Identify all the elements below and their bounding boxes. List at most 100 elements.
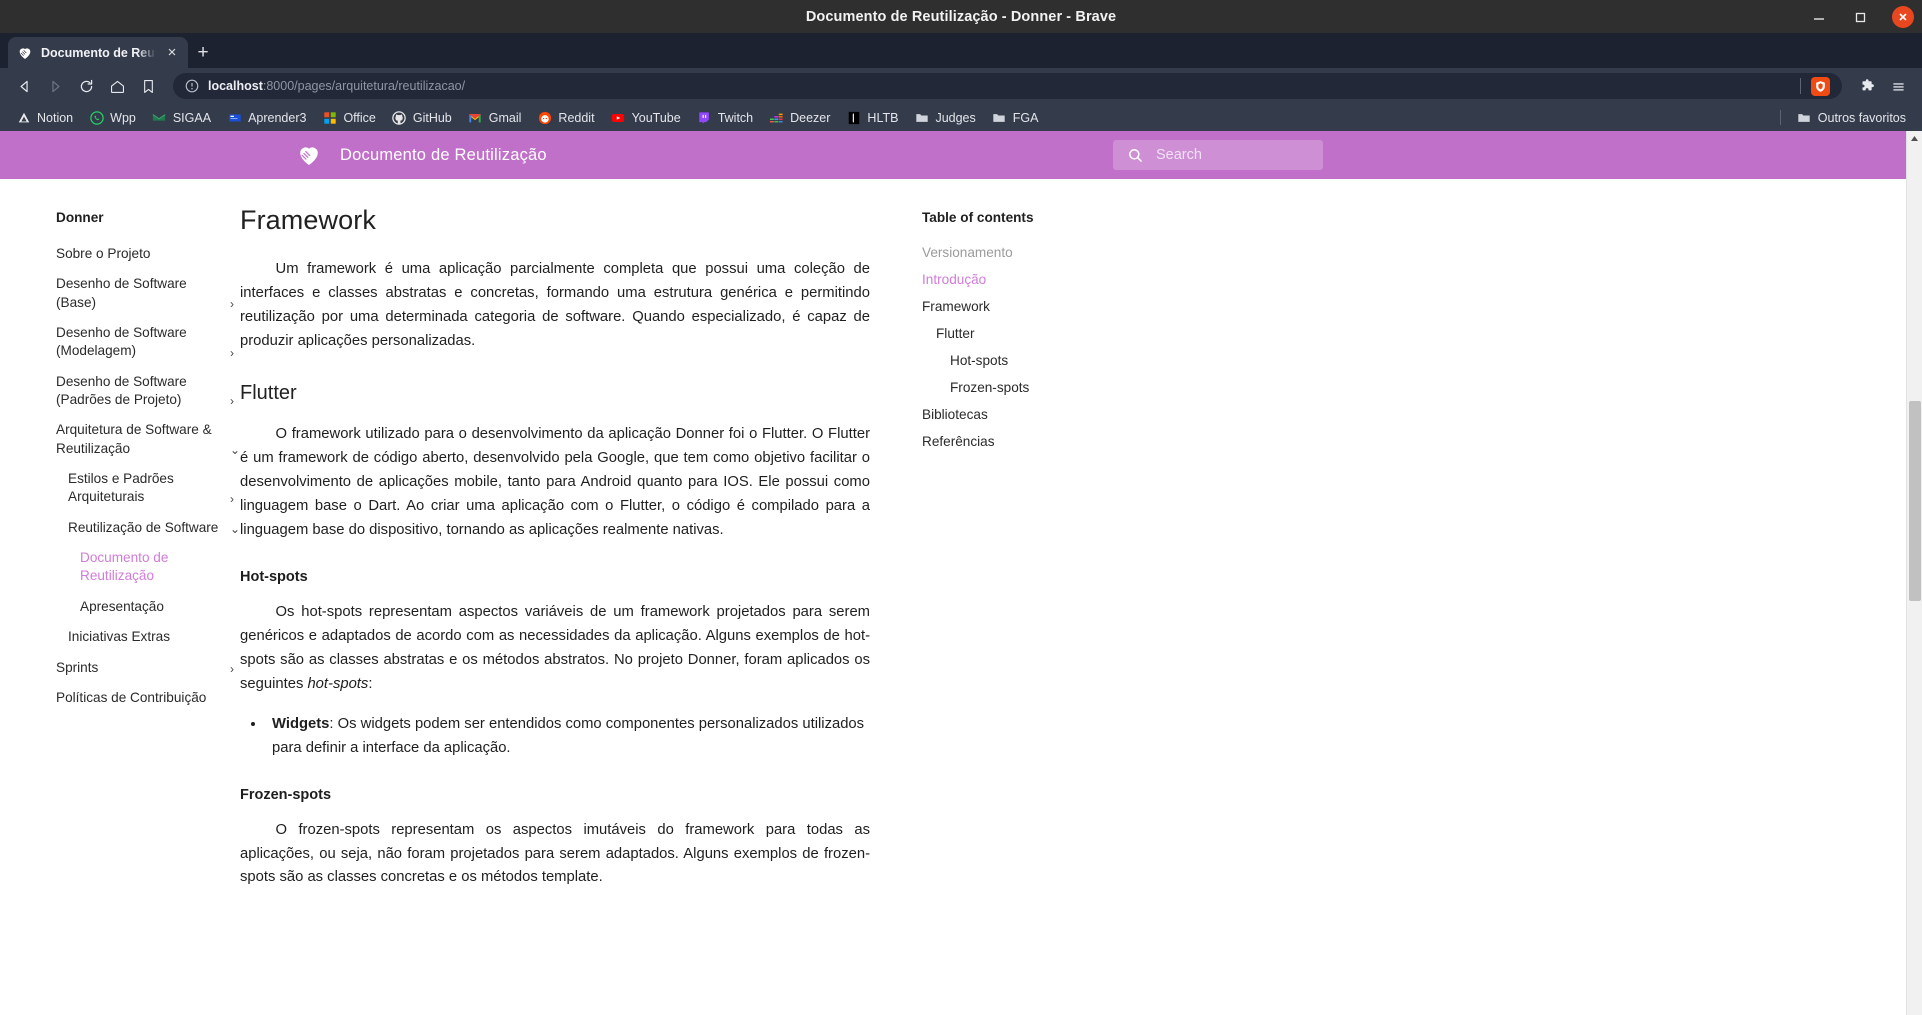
chevron-right-icon[interactable]: › <box>230 663 240 677</box>
bookmark-label: Reddit <box>558 110 595 125</box>
address-bar[interactable]: localhost:8000/pages/arquitetura/reutili… <box>173 73 1842 99</box>
sidebar-item-arquitetura-reutilizacao[interactable]: Arquitetura de Software & Reutilização ⌄ <box>56 415 240 464</box>
sidebar-item-label: Apresentação <box>80 598 164 614</box>
bookmark-gmail[interactable]: Gmail <box>460 107 530 129</box>
extensions-icon[interactable] <box>1853 72 1881 100</box>
chevron-down-icon[interactable]: ⌄ <box>230 523 240 537</box>
sidebar-item-label: Documento de Reutilização <box>80 550 169 584</box>
bookmark-aprender3[interactable]: Aprender3 <box>219 107 314 129</box>
bookmark-icon[interactable] <box>134 72 162 100</box>
search-icon <box>1127 147 1144 164</box>
deezer-icon <box>769 110 784 125</box>
bookmark-wpp[interactable]: Wpp <box>81 107 144 129</box>
chevron-right-icon[interactable]: › <box>230 347 240 361</box>
search-box[interactable]: Search <box>1113 140 1323 170</box>
chevron-right-icon[interactable]: › <box>230 395 240 409</box>
bookmark-label: HLTB <box>867 110 899 125</box>
page-body: Donner Sobre o Projeto Desenho de Softwa… <box>0 179 1906 896</box>
home-icon[interactable] <box>103 72 131 100</box>
bookmarks-bar: Notion Wpp SIGAA Aprender3 Office GitHub… <box>0 104 1922 131</box>
chevron-icon <box>230 705 240 707</box>
toc-item-bibliotecas[interactable]: Bibliotecas <box>922 401 1150 428</box>
bookmark-label: Notion <box>37 110 74 125</box>
forward-icon <box>41 72 69 100</box>
toc-item-frozen-spots[interactable]: Frozen-spots <box>922 374 1150 401</box>
sidebar-item-label: Iniciativas Extras <box>68 629 170 645</box>
toc-item-flutter[interactable]: Flutter <box>922 320 1150 347</box>
page-scrollbar[interactable] <box>1906 131 1922 1015</box>
sidebar-item-label: Políticas de Contribuição <box>56 689 207 705</box>
toc-item-referencias[interactable]: Referências <box>922 428 1150 455</box>
browser-menu-icon[interactable] <box>1884 72 1912 100</box>
tab-strip: Documento de Reutilizaçã × + <box>0 33 1922 68</box>
sidebar-root-label[interactable]: Donner <box>56 205 240 230</box>
sidebar-item-label: Sobre o Projeto <box>56 246 151 261</box>
site-logo-handshake-heart-icon[interactable] <box>296 142 322 168</box>
sidebar-item-sobre-o-projeto[interactable]: Sobre o Projeto <box>56 239 240 269</box>
bookmark-judges[interactable]: Judges <box>906 107 983 129</box>
chevron-down-icon[interactable]: ⌄ <box>230 444 240 458</box>
site-info-icon[interactable] <box>185 79 199 93</box>
paragraph-framework: Um framework é uma aplicação parcialment… <box>240 261 870 349</box>
bookmark-label: Deezer <box>790 110 831 125</box>
toc-item-hot-spots[interactable]: Hot-spots <box>922 347 1150 374</box>
list-item-term: Widgets <box>272 715 330 732</box>
page-title: Framework <box>240 205 376 235</box>
sidebar-item-desenho-base[interactable]: Desenho de Software (Base) › <box>56 269 240 318</box>
search-input[interactable]: Search <box>1156 147 1202 163</box>
sidebar-item-label: Desenho de Software (Base) <box>56 276 187 310</box>
bookmark-deezer[interactable]: Deezer <box>761 107 838 129</box>
omnibox-divider <box>1800 78 1801 94</box>
chevron-icon <box>230 261 240 263</box>
sidebar-item-documento-de-reutilizacao[interactable]: Documento de Reutilização <box>56 543 240 592</box>
sidebar-item-desenho-padroes[interactable]: Desenho de Software (Padrões de Projeto)… <box>56 367 240 416</box>
bookmark-office[interactable]: Office <box>314 107 383 129</box>
scrollbar-thumb[interactable] <box>1909 401 1921 601</box>
brave-shields-icon[interactable] <box>1811 76 1830 96</box>
close-icon[interactable] <box>1892 5 1914 28</box>
paragraph-hot-spots: Os hot-spots representam aspectos variáv… <box>240 601 870 697</box>
sidebar-item-sprints[interactable]: Sprints › <box>56 653 240 683</box>
bookmark-github[interactable]: GitHub <box>384 107 460 129</box>
paragraph-flutter: O framework utilizado para o desenvolvim… <box>240 425 870 538</box>
sidebar-item-estilos-padroes-arquiteturais[interactable]: Estilos e Padrões Arquiteturais › <box>56 464 240 513</box>
sidebar-item-label: Estilos e Padrões Arquiteturais <box>68 471 174 505</box>
toc-item-introducao[interactable]: Introdução <box>922 266 1150 293</box>
hot-spots-list: Widgets: Os widgets podem ser entendidos… <box>266 713 870 761</box>
sidebar-item-reutilizacao-de-software[interactable]: Reutilização de Software ⌄ <box>56 513 240 543</box>
sidebar-item-iniciativas-extras[interactable]: Iniciativas Extras <box>56 622 240 652</box>
bookmark-fga[interactable]: FGA <box>984 107 1047 129</box>
sidebar-item-label: Desenho de Software (Padrões de Projeto) <box>56 373 187 408</box>
toc-item-framework[interactable]: Framework <box>922 293 1150 320</box>
toc-item-versionamento[interactable]: Versionamento <box>922 239 1150 266</box>
bookmark-sigaa[interactable]: SIGAA <box>144 107 219 129</box>
sidebar-item-desenho-modelagem[interactable]: Desenho de Software (Modelagem) › <box>56 318 240 367</box>
sidebar-item-apresentacao[interactable]: Apresentação <box>56 592 240 622</box>
toc-title: Table of contents <box>922 210 1034 225</box>
chevron-right-icon[interactable]: › <box>230 493 240 507</box>
bookmark-twitch[interactable]: Twitch <box>689 107 761 129</box>
reload-icon[interactable] <box>72 72 100 100</box>
office-icon <box>322 110 337 125</box>
sidebar-item-label: Desenho de Software (Modelagem) <box>56 325 187 359</box>
bookmark-hltb[interactable]: HLTB <box>838 107 906 129</box>
bookmark-notion[interactable]: Notion <box>8 107 81 129</box>
maximize-icon[interactable] <box>1850 6 1872 28</box>
hltb-icon <box>846 110 861 125</box>
tab-close-icon[interactable]: × <box>164 45 180 60</box>
bookmark-youtube[interactable]: YouTube <box>603 107 689 129</box>
bookmark-reddit[interactable]: Reddit <box>529 107 602 129</box>
bookmark-label: Wpp <box>110 110 136 125</box>
github-icon <box>392 110 407 125</box>
bookmark-label: Gmail <box>488 110 522 125</box>
sidebar-item-politicas-de-contribuicao[interactable]: Políticas de Contribuição <box>56 683 240 713</box>
new-tab-button[interactable]: + <box>188 37 218 68</box>
mkdocs-page: Documento de Reutilização Search Donner … <box>0 131 1906 1015</box>
bookmark-other-favorites[interactable]: Outros favoritos <box>1789 107 1914 129</box>
back-icon[interactable] <box>10 72 38 100</box>
chevron-right-icon[interactable]: › <box>230 298 240 312</box>
bookmark-label: FGA <box>1012 110 1039 125</box>
scroll-up-arrow-icon[interactable] <box>1907 131 1922 145</box>
minimize-icon[interactable] <box>1808 6 1830 28</box>
browser-tab[interactable]: Documento de Reutilizaçã × <box>8 37 188 68</box>
